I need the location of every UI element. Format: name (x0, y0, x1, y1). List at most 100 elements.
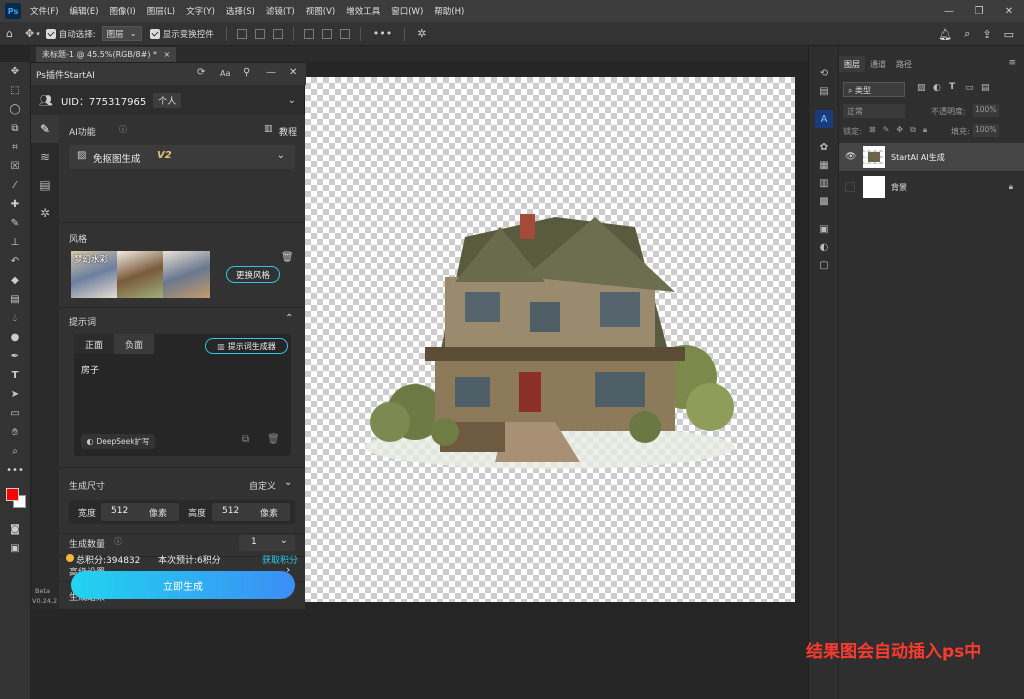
gradient-tool-icon[interactable]: ▤ (0, 290, 30, 309)
menu-image[interactable]: 图像(I) (110, 5, 136, 17)
document-canvas[interactable] (305, 77, 795, 602)
frame-tool-icon[interactable]: ☒ (0, 157, 30, 176)
close-window-icon[interactable]: ✕ (994, 6, 1024, 17)
home-icon[interactable]: ⌂ (6, 27, 13, 40)
clipboard-icon[interactable]: ▤ (31, 171, 59, 199)
patterns-icon[interactable]: ▩ (809, 192, 839, 210)
grid-icon[interactable]: ▦ (809, 156, 839, 174)
menu-view[interactable]: 视图(V) (306, 5, 335, 17)
fill-input[interactable]: 100% (973, 124, 999, 137)
object-select-tool-icon[interactable]: ⧉ (0, 119, 30, 138)
get-points-link[interactable]: 获取积分 (262, 553, 298, 566)
screen-mode-icon[interactable]: ▣ (0, 539, 30, 558)
type-tool-icon[interactable]: T (0, 366, 30, 385)
filter-pixel-icon[interactable]: ▨ (917, 83, 926, 93)
auto-select-dropdown[interactable]: 图层 ⌄ (101, 26, 142, 41)
zoom-tool-icon[interactable]: ⌕ (0, 442, 30, 461)
settings-gear-icon[interactable]: ✲ (31, 199, 59, 227)
minimize-icon[interactable]: — (934, 6, 964, 17)
lock-icon[interactable]: 🔒︎ (1009, 182, 1013, 192)
layer-filter-select[interactable]: ⌕ 类型 (843, 82, 905, 97)
menu-select[interactable]: 选择(S) (226, 5, 255, 17)
eyedropper-tool-icon[interactable]: ⁄ (0, 176, 30, 195)
marquee-tool-icon[interactable]: ⬚ (0, 81, 30, 100)
move-tool-icon[interactable]: ✥ (25, 27, 34, 40)
tab-positive[interactable]: 正面 (74, 334, 114, 354)
move-tool-icon[interactable]: ✥ (0, 62, 30, 81)
filter-adjust-icon[interactable]: ◐ (933, 83, 941, 93)
menu-edit[interactable]: 编辑(E) (70, 5, 99, 17)
bell-icon[interactable]: 🔔︎ (938, 28, 952, 41)
tab-channels[interactable]: 通道 (865, 56, 891, 72)
stamp-tool-icon[interactable]: ⊥ (0, 233, 30, 252)
foreground-color-swatch[interactable] (6, 488, 19, 501)
eye-icon[interactable]: 👁︎ (845, 152, 856, 162)
lasso-tool-icon[interactable]: ◯ (0, 100, 30, 119)
brushes-icon[interactable]: ✿ (809, 138, 839, 156)
generate-button[interactable]: 立即生成 (71, 571, 295, 599)
chevron-down-icon[interactable]: ▾ (36, 30, 40, 38)
height-input[interactable]: 512 像素 (212, 503, 290, 521)
rectangle-tool-icon[interactable]: ▭ (0, 404, 30, 423)
account-dropdown-icon[interactable]: ⌄ (288, 95, 296, 106)
filter-smart-icon[interactable]: ▤ (981, 83, 990, 93)
info-icon[interactable]: ⓘ (119, 124, 127, 135)
menu-help[interactable]: 帮助(H) (434, 5, 464, 17)
prompt-generator-button[interactable]: ▥ 提示词生成器 (205, 338, 288, 354)
properties-icon[interactable]: ▢ (809, 256, 839, 274)
tab-paths[interactable]: 路径 (891, 56, 917, 72)
eraser-tool-icon[interactable]: ◆ (0, 271, 30, 290)
document-tab[interactable]: 未标题-1 @ 45.5%(RGB/8#) * × (36, 47, 177, 62)
menu-window[interactable]: 窗口(W) (391, 5, 423, 17)
menu-plugins[interactable]: 增效工具 (346, 5, 380, 17)
close-tab-icon[interactable]: × (164, 50, 171, 59)
healing-brush-icon[interactable]: ✚ (0, 195, 30, 214)
menu-file[interactable]: 文件(F) (30, 5, 59, 17)
filter-type-icon[interactable]: T (949, 82, 955, 92)
hand-tool-icon[interactable]: ✋︎ (0, 423, 30, 442)
lock-icons[interactable]: ⊠✎✥⧉🔒︎ (869, 125, 934, 135)
deepseek-button[interactable]: ◐ DeepSeek扩写 (81, 434, 155, 449)
align-bottom-icon[interactable] (339, 28, 350, 39)
copy-icon[interactable]: ⧉ (242, 434, 249, 445)
align-right-icon[interactable] (272, 28, 283, 39)
pin-icon[interactable]: ⚲ (243, 67, 250, 78)
close-panel-icon[interactable]: ✕ (289, 67, 297, 78)
edit-icon[interactable]: ✎ (31, 115, 59, 143)
dodge-tool-icon[interactable]: ● (0, 328, 30, 347)
ai-function-select[interactable]: ▨ 免抠图生成 V2 ⌄ (69, 145, 295, 169)
account-type-badge[interactable]: 个人 (153, 92, 182, 108)
change-style-button[interactable]: 更换风格 (226, 266, 280, 283)
layer-row-background[interactable]: 背景 🔒︎ (839, 173, 1024, 201)
opacity-input[interactable]: 100% (973, 104, 999, 117)
chevron-up-icon[interactable]: ⌃ (285, 313, 293, 324)
tutorial-link[interactable]: 教程 (279, 125, 297, 138)
menu-filter[interactable]: 滤镜(T) (266, 5, 295, 17)
workspace-icon[interactable]: ▭ (1004, 28, 1014, 41)
history-brush-icon[interactable]: ↶ (0, 252, 30, 271)
search-icon[interactable]: ⌕ (964, 27, 970, 41)
align-left-icon[interactable] (236, 28, 247, 39)
info-icon[interactable]: ⓘ (114, 536, 122, 547)
style-preview[interactable]: 梦幻水彩 (71, 251, 210, 298)
layers-stack-icon[interactable]: ≋ (31, 143, 59, 171)
minimize-panel-icon[interactable]: — (266, 67, 276, 78)
layer-row-startai[interactable]: 👁︎ StartAI AI生成 (839, 143, 1024, 171)
count-select[interactable]: 1 ⌄ (239, 535, 295, 551)
menu-type[interactable]: 文字(Y) (186, 5, 215, 17)
visibility-box[interactable] (845, 182, 855, 192)
share-icon[interactable]: ⇪ (982, 28, 991, 41)
tab-layers[interactable]: 图层 (839, 56, 865, 72)
refresh-icon[interactable]: ⟳ (197, 67, 205, 78)
library-icon[interactable]: ▣ (809, 220, 839, 238)
align-center-icon[interactable] (254, 28, 265, 39)
menu-layer[interactable]: 图层(L) (147, 5, 175, 17)
adjustments-icon[interactable]: ◐ (809, 238, 839, 256)
gear-icon[interactable]: ✲ (417, 27, 426, 40)
brush-tool-icon[interactable]: ✎ (0, 214, 30, 233)
trash-icon[interactable]: 🗑︎ (281, 252, 294, 263)
blur-tool-icon[interactable]: 💧︎ (0, 309, 30, 328)
align-top-icon[interactable] (303, 28, 314, 39)
blend-mode-select[interactable]: 正常 (843, 104, 905, 118)
tab-negative[interactable]: 负面 (114, 334, 154, 354)
